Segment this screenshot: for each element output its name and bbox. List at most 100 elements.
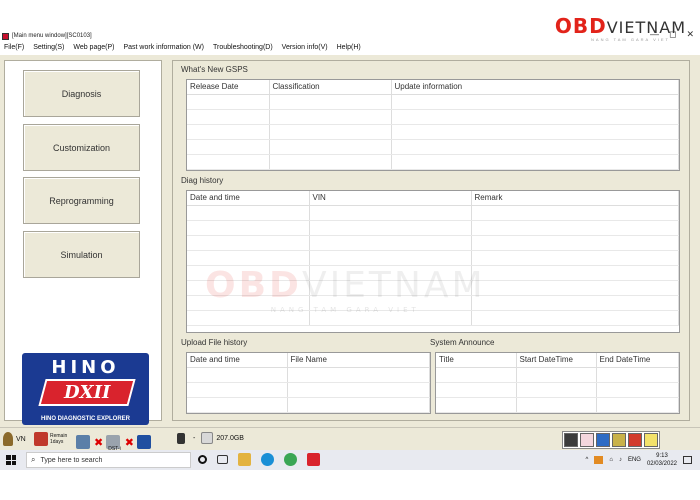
hino-dx2-logo: HINO DXII HINO DIAGNOSTIC EXPLORER bbox=[22, 353, 149, 425]
error-x-icon: ✖ bbox=[94, 436, 104, 449]
menu-version-info[interactable]: Version info(V) bbox=[282, 42, 328, 54]
start-button[interactable] bbox=[6, 455, 16, 465]
maximize-button[interactable]: ◻ bbox=[669, 29, 676, 40]
customization-button[interactable]: Customization bbox=[23, 124, 140, 171]
system-announce-table[interactable]: Title Start DateTime End DateTime bbox=[435, 352, 680, 414]
table-row bbox=[187, 310, 679, 326]
tray-chevron-icon[interactable]: ^ bbox=[586, 457, 589, 463]
menu-past-work[interactable]: Past work information (W) bbox=[123, 42, 204, 54]
col-update-information[interactable]: Update information bbox=[391, 80, 679, 95]
table-row bbox=[187, 295, 679, 311]
menu-setting[interactable]: Setting(S) bbox=[33, 42, 64, 54]
table-row bbox=[187, 124, 679, 140]
diag-history-table[interactable]: Date and time VIN Remark bbox=[186, 190, 680, 333]
col-date-and-time[interactable]: Date and time bbox=[187, 191, 310, 206]
system-tray: ^ ⌂ ♪ ENG 9:13 02/03/2022 bbox=[586, 452, 692, 468]
volume-icon[interactable]: ♪ bbox=[619, 457, 622, 463]
table-row bbox=[436, 397, 679, 413]
taskbar-search[interactable]: ⌕ Type here to search bbox=[26, 452, 191, 468]
col-upload-date-and-time[interactable]: Date and time bbox=[187, 353, 288, 368]
network-icon[interactable]: ⌂ bbox=[609, 457, 613, 463]
logo-product-text: DXII bbox=[63, 382, 111, 403]
pen-icon[interactable] bbox=[564, 433, 578, 447]
chrome-icon[interactable] bbox=[284, 453, 297, 466]
table-row bbox=[187, 280, 679, 296]
tray-app-icon[interactable] bbox=[594, 456, 604, 464]
storage-status: - 207.0GB bbox=[177, 432, 244, 444]
table-row bbox=[187, 94, 679, 110]
taskbar-apps bbox=[198, 453, 320, 466]
col-remark[interactable]: Remark bbox=[471, 191, 679, 206]
status-bar: VN Remain 1days ✖ DST-i ✖ - 207.0GB bbox=[0, 427, 700, 452]
simulation-button[interactable]: Simulation bbox=[23, 231, 140, 278]
eraser-icon[interactable] bbox=[580, 433, 594, 447]
diag-history-title: Diag history bbox=[181, 176, 224, 185]
device-status: ✖ DST-i ✖ bbox=[76, 432, 151, 452]
table-row bbox=[187, 397, 430, 413]
menu-help[interactable]: Help(H) bbox=[337, 42, 361, 54]
computer-icon bbox=[76, 435, 90, 449]
user-icon bbox=[3, 432, 13, 446]
clock-date: 02/03/2022 bbox=[646, 461, 677, 467]
disk-space: 207.0GB bbox=[216, 434, 244, 442]
brand-red-text: OBD bbox=[554, 14, 607, 38]
remain-label: Remain 1days bbox=[50, 433, 68, 445]
search-icon: ⌕ bbox=[31, 455, 36, 464]
logo-brand: HINO bbox=[51, 357, 120, 378]
save-icon[interactable] bbox=[596, 433, 610, 447]
search-placeholder: Type here to search bbox=[40, 456, 103, 464]
menu-bar: File(F) Setting(S) Web page(P) Past work… bbox=[0, 42, 700, 54]
main-area: Diagnosis Customization Reprogramming Si… bbox=[0, 55, 700, 427]
col-title[interactable]: Title bbox=[436, 353, 517, 368]
table-row bbox=[187, 235, 679, 251]
table-row bbox=[187, 250, 679, 266]
reprogramming-button[interactable]: Reprogramming bbox=[23, 177, 140, 224]
title-bar: [Main menu window][SC0103] OBDVIETNAM NA… bbox=[0, 0, 700, 42]
right-panel: What's New GSPS Release Date Classificat… bbox=[172, 60, 690, 421]
start-tile bbox=[6, 460, 11, 465]
diagnosis-button[interactable]: Diagnosis bbox=[23, 70, 140, 117]
col-release-date[interactable]: Release Date bbox=[187, 80, 270, 95]
truck-x-icon bbox=[34, 432, 48, 446]
table-row bbox=[436, 367, 679, 383]
folder-icon[interactable] bbox=[644, 433, 658, 447]
clear-icon[interactable] bbox=[612, 433, 626, 447]
table-row bbox=[187, 154, 679, 170]
table-row bbox=[187, 205, 679, 221]
col-classification[interactable]: Classification bbox=[269, 80, 392, 95]
table-row bbox=[187, 139, 679, 155]
logo-product: DXII bbox=[38, 379, 136, 406]
start-tile bbox=[11, 460, 16, 465]
menu-web-page[interactable]: Web page(P) bbox=[73, 42, 114, 54]
col-start-datetime[interactable]: Start DateTime bbox=[516, 353, 597, 368]
lang-indicator[interactable]: ENG bbox=[628, 457, 641, 463]
remain-status: Remain 1days bbox=[34, 432, 70, 446]
table-row bbox=[187, 220, 679, 236]
vin-label: VN bbox=[16, 435, 26, 443]
menu-file[interactable]: File(F) bbox=[4, 42, 24, 54]
minimize-button[interactable]: — bbox=[650, 29, 659, 40]
storage-dash: - bbox=[193, 434, 196, 442]
hino-dx-app-icon[interactable] bbox=[307, 453, 320, 466]
app-icon bbox=[2, 33, 9, 40]
background-area bbox=[0, 470, 700, 500]
task-view-icon[interactable] bbox=[217, 455, 228, 464]
highlight-icon[interactable] bbox=[628, 433, 642, 447]
edge-icon[interactable] bbox=[261, 453, 274, 466]
clock[interactable]: 9:13 02/03/2022 bbox=[647, 452, 677, 468]
col-vin[interactable]: VIN bbox=[309, 191, 472, 206]
close-button[interactable]: ✕ bbox=[686, 29, 694, 40]
cortana-icon[interactable] bbox=[198, 455, 207, 464]
col-file-name[interactable]: File Name bbox=[287, 353, 430, 368]
table-row bbox=[187, 382, 430, 398]
table-row bbox=[187, 109, 679, 125]
tool-palette bbox=[562, 431, 660, 449]
whats-new-title: What's New GSPS bbox=[181, 65, 248, 74]
whats-new-table[interactable]: Release Date Classification Update infor… bbox=[186, 79, 680, 171]
notification-icon[interactable] bbox=[683, 456, 692, 464]
start-tile bbox=[11, 455, 16, 460]
col-end-datetime[interactable]: End DateTime bbox=[596, 353, 679, 368]
upload-history-table[interactable]: Date and time File Name bbox=[186, 352, 431, 414]
file-explorer-icon[interactable] bbox=[238, 453, 251, 466]
menu-troubleshooting[interactable]: Troubleshooting(D) bbox=[213, 42, 273, 54]
